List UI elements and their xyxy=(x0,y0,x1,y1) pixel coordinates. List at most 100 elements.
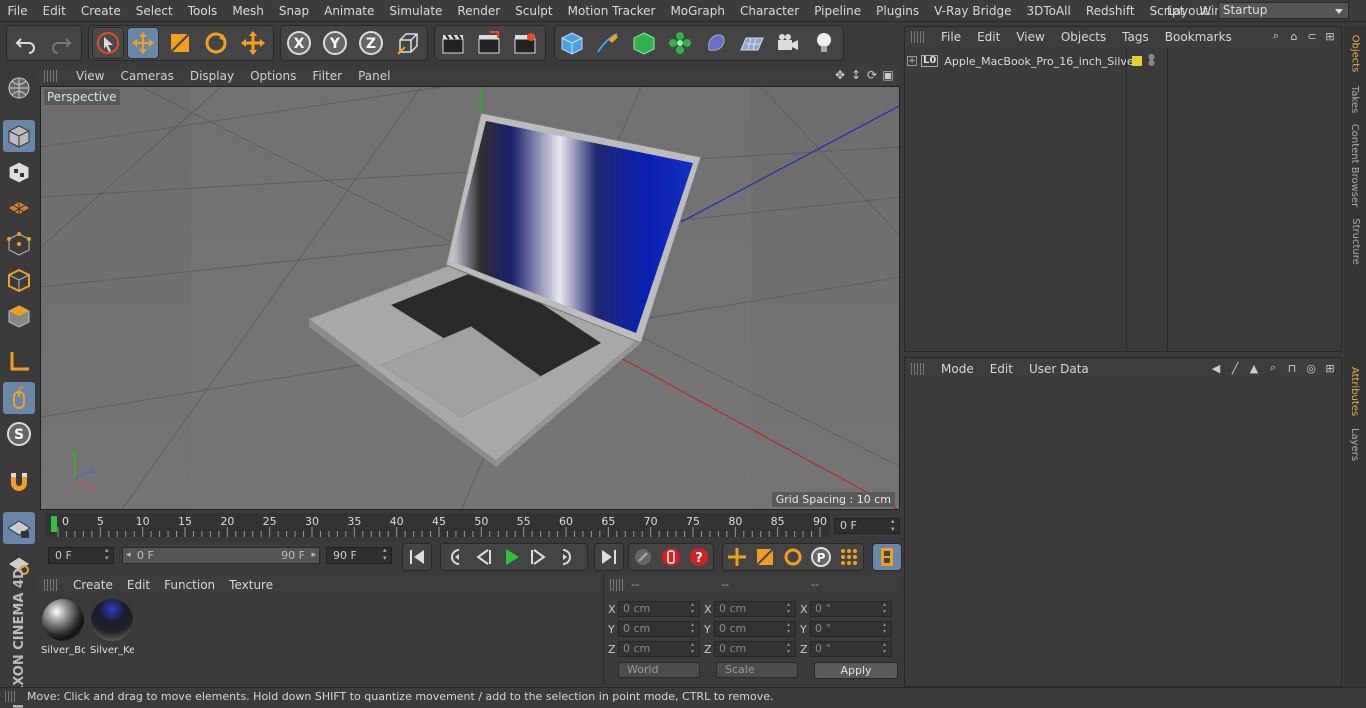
tab-layers[interactable]: Layers xyxy=(1346,424,1364,464)
object-row[interactable]: + L0 Apple_MacBook_Pro_16_inch_Silver xyxy=(907,53,1138,69)
playhead[interactable] xyxy=(51,516,57,532)
deformer-button[interactable] xyxy=(700,27,732,59)
z-axis-button[interactable]: Z xyxy=(355,27,387,59)
position-x-field[interactable]: 0 cm xyxy=(618,601,700,617)
axis-mode-button[interactable] xyxy=(3,346,35,378)
panel-grip[interactable] xyxy=(44,578,58,591)
link-icon[interactable]: ⊂ xyxy=(1305,29,1319,43)
camera-button[interactable] xyxy=(772,27,804,59)
search-icon[interactable]: ⌕ xyxy=(1269,29,1283,43)
object-menu-objects[interactable]: Objects xyxy=(1053,30,1114,44)
snap-button[interactable] xyxy=(3,466,35,498)
apply-button[interactable]: Apply xyxy=(814,662,898,679)
tab-takes[interactable]: Takes xyxy=(1346,82,1364,116)
scale-tool-button[interactable] xyxy=(164,27,196,59)
points-mode-button[interactable] xyxy=(3,228,35,260)
menu-animate[interactable]: Animate xyxy=(317,4,382,18)
menu-edit[interactable]: Edit xyxy=(35,4,73,18)
start-frame-field[interactable]: 0 F xyxy=(48,546,114,564)
coordinate-system-button[interactable] xyxy=(392,27,424,59)
undo-button[interactable] xyxy=(10,27,42,59)
perspective-viewport[interactable]: y z x Perspective Grid Spacing : 10 cm xyxy=(40,86,900,510)
goto-end-button[interactable] xyxy=(596,544,622,570)
key-pla-button[interactable] xyxy=(836,544,862,570)
viewport-menu-filter[interactable]: Filter xyxy=(304,69,350,83)
floor-button[interactable] xyxy=(736,27,768,59)
panel-grip[interactable] xyxy=(5,691,15,702)
menu-tools[interactable]: Tools xyxy=(180,4,225,18)
menu-file[interactable]: File xyxy=(0,4,35,18)
lock-workplane-button[interactable] xyxy=(3,512,35,544)
viewport-menu-options[interactable]: Options xyxy=(242,69,304,83)
tab-attributes[interactable]: Attributes xyxy=(1346,362,1364,420)
texture-mode-button[interactable] xyxy=(3,156,35,188)
tab-objects[interactable]: Objects xyxy=(1346,28,1364,78)
viewport-camera-label[interactable]: Perspective xyxy=(44,89,120,105)
tab-content-browser[interactable]: Content Browser xyxy=(1346,122,1364,208)
record-button[interactable] xyxy=(658,544,684,570)
menu-plugins[interactable]: Plugins xyxy=(869,4,927,18)
size-x-field[interactable]: 0 cm xyxy=(714,601,796,617)
rotation-h-field[interactable]: 0 ° xyxy=(810,601,892,617)
goto-start-button[interactable] xyxy=(404,544,430,570)
object-menu-tags[interactable]: Tags xyxy=(1114,30,1157,44)
viewport-menu-cameras[interactable]: Cameras xyxy=(112,69,181,83)
workplane-mode-button[interactable] xyxy=(3,192,35,224)
make-editable-button[interactable] xyxy=(3,72,35,104)
material-menu-function[interactable]: Function xyxy=(157,578,222,592)
visibility-dots-icon[interactable]: ● ● xyxy=(1148,53,1155,67)
preview-range-slider[interactable]: ◂ 0 F 90 F ▸ xyxy=(122,547,320,564)
object-menu-file[interactable]: File xyxy=(933,30,969,44)
render-settings-button[interactable] xyxy=(509,27,541,59)
subdivision-button[interactable] xyxy=(628,27,660,59)
viewport-menu-panel[interactable]: Panel xyxy=(350,69,398,83)
prev-frame-button[interactable] xyxy=(470,544,496,570)
material-swatch[interactable]: Silver_Ke xyxy=(90,598,134,656)
live-selection-button[interactable] xyxy=(92,27,124,59)
position-z-field[interactable]: 0 cm xyxy=(618,641,700,657)
menu-3dtoall[interactable]: 3DToAll xyxy=(1019,4,1078,18)
coordinate-space-dropdown[interactable]: World xyxy=(618,662,700,678)
object-menu-view[interactable]: View xyxy=(1008,30,1052,44)
search-icon[interactable]: ⌕ xyxy=(1266,361,1280,375)
menu-mograph[interactable]: MoGraph xyxy=(663,4,733,18)
coordinate-mode-dropdown[interactable]: Scale xyxy=(716,662,798,678)
render-picture-viewer-button[interactable] xyxy=(473,27,505,59)
goto-next-key-button[interactable] xyxy=(554,544,580,570)
menu-snap[interactable]: Snap xyxy=(271,4,316,18)
polygons-mode-button[interactable] xyxy=(3,300,35,332)
pan-icon[interactable]: ✥ xyxy=(833,68,847,82)
target-icon[interactable]: ◎ xyxy=(1304,361,1318,375)
menu-motion-tracker[interactable]: Motion Tracker xyxy=(560,4,663,18)
menu-v-ray-bridge[interactable]: V-Ray Bridge xyxy=(927,4,1019,18)
pen-spline-button[interactable] xyxy=(592,27,624,59)
key-parameter-button[interactable]: P xyxy=(808,544,834,570)
viewport-menu-view[interactable]: View xyxy=(68,69,112,83)
move-tool-button[interactable] xyxy=(127,27,159,59)
object-name[interactable]: Apple_MacBook_Pro_16_inch_Silver xyxy=(944,55,1138,68)
size-z-field[interactable]: 0 cm xyxy=(714,641,796,657)
goto-prev-key-button[interactable] xyxy=(442,544,468,570)
tweak-mode-button[interactable] xyxy=(3,382,35,414)
menu-pipeline[interactable]: Pipeline xyxy=(807,4,869,18)
dolly-icon[interactable]: ↕ xyxy=(849,68,863,82)
light-button[interactable] xyxy=(808,27,840,59)
menu-render[interactable]: Render xyxy=(450,4,508,18)
rotation-p-field[interactable]: 0 ° xyxy=(810,621,892,637)
cube-button[interactable] xyxy=(556,27,588,59)
menu-character[interactable]: Character xyxy=(732,4,806,18)
new-window-icon[interactable]: ⊞ xyxy=(1323,361,1337,375)
autokey-button[interactable]: ? xyxy=(686,544,712,570)
key-position-button[interactable] xyxy=(724,544,750,570)
viewport-menu-display[interactable]: Display xyxy=(182,69,242,83)
orbit-icon[interactable]: ⟳ xyxy=(865,68,879,82)
rotate-tool-button[interactable] xyxy=(200,27,232,59)
position-y-field[interactable]: 0 cm xyxy=(618,621,700,637)
up-arrow-icon[interactable]: ▲ xyxy=(1247,361,1261,375)
play-button[interactable] xyxy=(498,544,524,570)
panel-grip[interactable] xyxy=(911,31,925,43)
material-swatch[interactable]: Silver_Bo xyxy=(41,598,85,656)
array-button[interactable] xyxy=(664,27,696,59)
redo-button[interactable] xyxy=(45,27,77,59)
next-frame-button[interactable] xyxy=(526,544,552,570)
